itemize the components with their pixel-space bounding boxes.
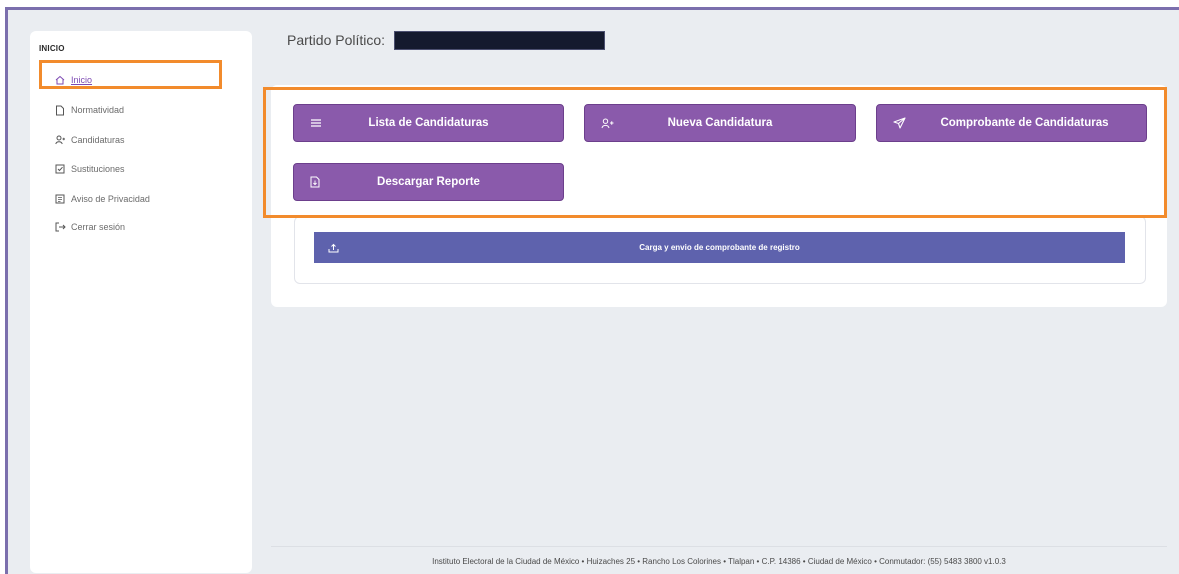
logout-icon	[54, 221, 66, 233]
sidebar-item-aviso-privacidad[interactable]: Aviso de Privacidad	[54, 191, 150, 207]
upload-comprobante-button[interactable]: Carga y envio de comprobante de registro	[314, 232, 1125, 263]
footer-text: Instituto Electoral de la Ciudad de Méxi…	[432, 557, 1006, 566]
sidebar-item-label: Normatividad	[71, 105, 125, 115]
sidebar-item-sustituciones[interactable]: Sustituciones	[54, 161, 125, 177]
notice-icon	[54, 193, 66, 205]
highlight-box-actions	[263, 87, 1167, 218]
sidebar-item-label: Sustituciones	[71, 164, 125, 174]
sidebar-item-label: Aviso de Privacidad	[71, 194, 150, 204]
highlight-box-inicio	[39, 60, 222, 89]
sidebar: INICIO Inicio Normatividad Candidaturas …	[30, 31, 252, 573]
document-icon	[54, 104, 66, 116]
sidebar-item-cerrar-sesion[interactable]: Cerrar sesión	[54, 219, 125, 235]
sidebar-item-candidaturas[interactable]: Candidaturas	[54, 132, 125, 148]
upload-icon	[328, 232, 339, 263]
users-icon	[54, 134, 66, 146]
upload-comprobante-label: Carga y envio de comprobante de registro	[639, 243, 800, 252]
checkbox-icon	[54, 163, 66, 175]
sidebar-item-normatividad[interactable]: Normatividad	[54, 102, 124, 118]
sidebar-title: INICIO	[39, 44, 65, 53]
sidebar-item-label: Cerrar sesión	[71, 222, 126, 232]
sidebar-item-label: Candidaturas	[71, 135, 125, 145]
party-label: Partido Político:	[287, 32, 386, 48]
redacted-party-name	[394, 31, 605, 50]
footer-divider	[271, 546, 1167, 547]
